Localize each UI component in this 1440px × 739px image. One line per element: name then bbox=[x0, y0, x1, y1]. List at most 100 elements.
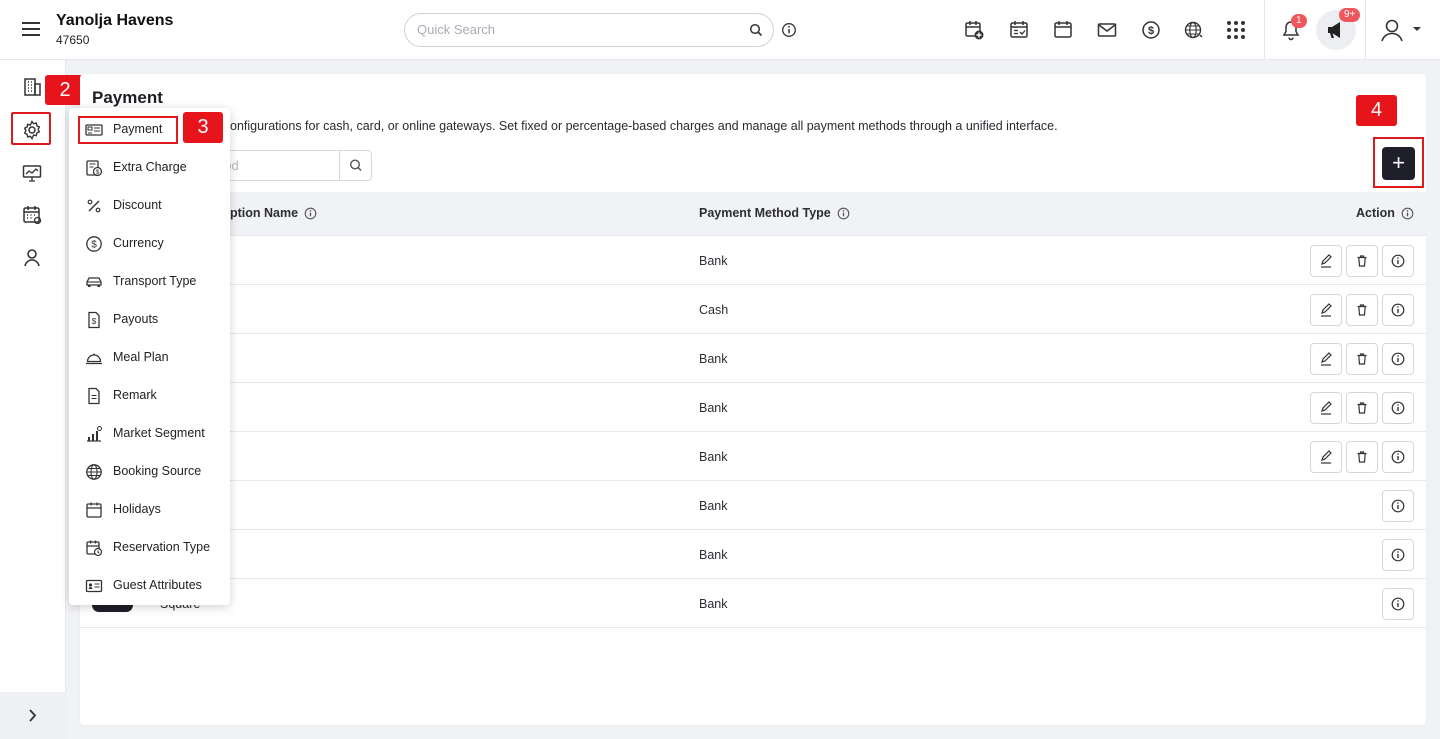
pencil-icon bbox=[1321, 254, 1332, 268]
menu-item-label: Transport Type bbox=[113, 274, 197, 288]
search-info-icon[interactable] bbox=[781, 22, 797, 38]
header-divider bbox=[1365, 0, 1366, 60]
info-button[interactable] bbox=[1382, 343, 1414, 375]
info-button[interactable] bbox=[1382, 392, 1414, 424]
menu-item-remark[interactable]: Remark bbox=[69, 376, 230, 414]
table-row: Square Bank bbox=[80, 579, 1426, 628]
menu-item-market-segment[interactable]: Market Segment bbox=[69, 414, 230, 452]
cloche-icon bbox=[85, 349, 103, 367]
pencil-icon bbox=[1321, 303, 1332, 317]
globe-icon[interactable] bbox=[1183, 19, 1205, 41]
top-bar: Yanolja Havens 47650 $ 1 9+ bbox=[0, 0, 1440, 60]
payment-icon bbox=[85, 121, 103, 139]
edit-button[interactable] bbox=[1310, 245, 1342, 277]
edit-button[interactable] bbox=[1310, 392, 1342, 424]
calendar-check-icon[interactable] bbox=[1008, 19, 1030, 41]
mail-icon[interactable] bbox=[1096, 19, 1118, 41]
apps-grid-icon[interactable] bbox=[1225, 19, 1247, 41]
svg-text:$: $ bbox=[96, 169, 100, 176]
info-icon bbox=[1391, 401, 1405, 415]
menu-item-reservation-type[interactable]: Reservation Type bbox=[69, 528, 230, 566]
dollar-icon: $ bbox=[85, 235, 103, 253]
pencil-icon bbox=[1321, 450, 1332, 464]
info-button[interactable] bbox=[1382, 539, 1414, 571]
edit-button[interactable] bbox=[1310, 441, 1342, 473]
delete-button[interactable] bbox=[1346, 343, 1378, 375]
menu-item-payouts[interactable]: $ Payouts bbox=[69, 300, 230, 338]
reservation-icon bbox=[85, 539, 103, 557]
trash-icon bbox=[1357, 304, 1367, 316]
row-type: Bank bbox=[699, 254, 728, 268]
menu-item-label: Discount bbox=[113, 198, 162, 212]
delete-button[interactable] bbox=[1346, 294, 1378, 326]
svg-text:$: $ bbox=[1148, 25, 1154, 37]
building-icon[interactable] bbox=[21, 76, 43, 98]
column-option-name: ption Name bbox=[230, 206, 317, 220]
row-type: Bank bbox=[699, 499, 728, 513]
table-header: ption Name Payment Method Type Action bbox=[80, 192, 1426, 236]
info-icon bbox=[1391, 499, 1405, 513]
search-icon bbox=[349, 159, 362, 172]
info-icon bbox=[1401, 207, 1414, 219]
user-menu[interactable] bbox=[1379, 18, 1423, 44]
delete-button[interactable] bbox=[1346, 392, 1378, 424]
hamburger-menu-icon[interactable] bbox=[20, 18, 42, 40]
menu-item-holidays[interactable]: Holidays bbox=[69, 490, 230, 528]
menu-item-meal-plan[interactable]: Meal Plan bbox=[69, 338, 230, 376]
svg-text:$: $ bbox=[91, 240, 97, 251]
info-icon bbox=[304, 207, 317, 219]
user-icon[interactable] bbox=[21, 247, 43, 269]
announcements-badge: 9+ bbox=[1339, 8, 1361, 22]
search-icon[interactable] bbox=[749, 23, 763, 37]
user-icon bbox=[1381, 19, 1421, 42]
trash-icon bbox=[1357, 451, 1367, 463]
chart-icon bbox=[85, 425, 103, 443]
page-description: onfigurations for cash, card, or online … bbox=[230, 119, 1058, 133]
calendar-icon[interactable] bbox=[1052, 19, 1074, 41]
menu-item-label: Reservation Type bbox=[113, 540, 211, 554]
edit-button[interactable] bbox=[1310, 343, 1342, 375]
settings-menu: Payment $ Extra Charge Discount $ Curren… bbox=[69, 108, 230, 605]
menu-item-guest-attributes[interactable]: Guest Attributes bbox=[69, 566, 230, 604]
quick-search-input[interactable] bbox=[417, 22, 737, 37]
trash-icon bbox=[1357, 353, 1367, 365]
menu-item-transport-type[interactable]: Transport Type bbox=[69, 262, 230, 300]
row-type: Cash bbox=[699, 303, 729, 317]
filter-search-input[interactable] bbox=[217, 158, 337, 173]
info-button[interactable] bbox=[1382, 441, 1414, 473]
delete-button[interactable] bbox=[1346, 245, 1378, 277]
menu-item-booking-source[interactable]: Booking Source bbox=[69, 452, 230, 490]
menu-item-currency[interactable]: $ Currency bbox=[69, 224, 230, 262]
column-payment-method-type: Payment Method Type bbox=[699, 206, 850, 220]
info-button[interactable] bbox=[1382, 245, 1414, 277]
expand-rail-button[interactable] bbox=[0, 692, 66, 739]
notifications-badge: 1 bbox=[1291, 14, 1307, 28]
monitor-icon[interactable] bbox=[21, 162, 43, 184]
menu-item-extra-charge[interactable]: $ Extra Charge bbox=[69, 148, 230, 186]
id-card-icon bbox=[85, 577, 103, 595]
calendar-grid-icon[interactable] bbox=[21, 204, 43, 226]
filter-search-button[interactable] bbox=[339, 151, 371, 180]
info-button[interactable] bbox=[1382, 490, 1414, 522]
dollar-icon[interactable]: $ bbox=[1140, 19, 1162, 41]
info-button[interactable] bbox=[1382, 588, 1414, 620]
delete-button[interactable] bbox=[1346, 441, 1378, 473]
pencil-icon bbox=[1321, 352, 1332, 366]
table-row: er Bank bbox=[80, 236, 1426, 285]
document-icon bbox=[85, 387, 103, 405]
trash-icon bbox=[1357, 255, 1367, 267]
menu-item-label: Currency bbox=[113, 236, 164, 250]
add-payment-method-button[interactable]: + bbox=[1382, 147, 1415, 180]
quick-search bbox=[404, 13, 774, 47]
trash-icon bbox=[1357, 402, 1367, 414]
row-type: Bank bbox=[699, 597, 728, 611]
calendar-add-icon[interactable] bbox=[963, 19, 985, 41]
edit-button[interactable] bbox=[1310, 294, 1342, 326]
menu-item-discount[interactable]: Discount bbox=[69, 186, 230, 224]
info-icon bbox=[1391, 597, 1405, 611]
property-id: 47650 bbox=[56, 33, 90, 47]
info-button[interactable] bbox=[1382, 294, 1414, 326]
table-row: Bank bbox=[80, 432, 1426, 481]
menu-item-label: Extra Charge bbox=[113, 160, 187, 174]
info-icon bbox=[1391, 548, 1405, 562]
